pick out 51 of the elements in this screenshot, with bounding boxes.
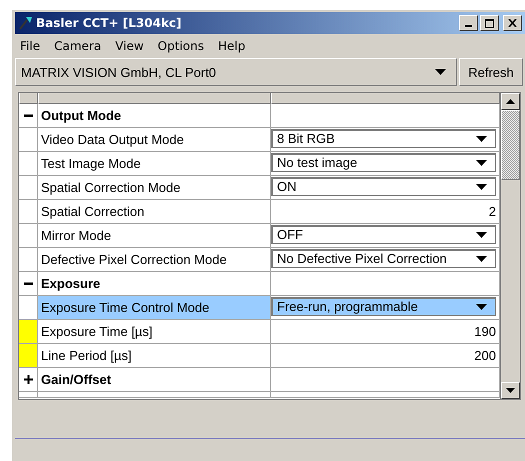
property-name[interactable]: Line Period [µs] xyxy=(38,344,271,368)
menu-item[interactable]: Options xyxy=(158,39,204,53)
refresh-button[interactable]: Refresh xyxy=(459,58,523,86)
group-label: Gain/Offset xyxy=(38,368,271,392)
menu-item[interactable]: View xyxy=(115,39,144,53)
menu-item[interactable]: Camera xyxy=(54,39,102,53)
menu-item[interactable]: File xyxy=(20,39,40,53)
property-name[interactable]: Test Image Mode xyxy=(38,152,271,176)
scrollbar[interactable] xyxy=(500,93,520,399)
down-arrow-icon xyxy=(506,388,515,393)
window-title: Basler CCT+ [L304kc] xyxy=(36,16,183,30)
property-name[interactable]: Video Data Output Mode xyxy=(38,128,271,152)
plus-icon xyxy=(24,375,32,384)
maximize-button[interactable] xyxy=(480,15,499,31)
value-dropdown[interactable]: 8 Bit RGB xyxy=(271,128,496,148)
dropdown-arrow-icon xyxy=(476,256,487,262)
value-field[interactable]: 200 xyxy=(271,348,496,362)
scroll-thumb[interactable] xyxy=(501,110,520,180)
dropdown-arrow-icon xyxy=(476,136,487,142)
dropdown-arrow-icon xyxy=(476,160,487,166)
value-dropdown[interactable]: OFF xyxy=(271,224,496,244)
expand-toggle[interactable] xyxy=(19,272,38,296)
value-field[interactable]: 190 xyxy=(271,324,496,338)
scroll-up-button[interactable] xyxy=(501,93,520,110)
property-name[interactable]: Defective Pixel Correction Mode xyxy=(38,248,271,272)
property-name[interactable]: Mirror Mode xyxy=(38,224,271,248)
close-icon xyxy=(508,19,517,27)
value-dropdown[interactable]: No Defective Pixel Correction xyxy=(271,248,496,268)
maximize-icon xyxy=(485,18,494,28)
minimize-button[interactable] xyxy=(459,15,478,31)
property-name[interactable]: Spatial Correction Mode xyxy=(38,176,271,200)
port-dropdown[interactable]: MATRIX VISION GmbH, CL Port0 xyxy=(15,58,457,86)
close-button[interactable] xyxy=(503,15,522,31)
group-label: Output Mode xyxy=(38,104,271,128)
property-name[interactable]: Exposure Time [µs] xyxy=(38,320,271,344)
expand-toggle[interactable] xyxy=(19,104,38,128)
scroll-down-button[interactable] xyxy=(501,382,520,399)
value-dropdown[interactable]: No test image xyxy=(271,152,496,172)
dropdown-arrow-icon xyxy=(476,232,487,238)
menu-item[interactable]: Help xyxy=(218,39,246,53)
property-name[interactable]: Spatial Correction xyxy=(38,200,271,224)
expand-toggle[interactable] xyxy=(19,368,38,392)
dropdown-arrow-icon xyxy=(476,184,487,190)
value-dropdown[interactable]: Free-run, programmable xyxy=(271,296,496,316)
value-dropdown[interactable]: ON xyxy=(271,176,496,196)
tool-icon xyxy=(18,15,34,31)
value-field[interactable]: 2 xyxy=(271,204,496,218)
dropdown-arrow-icon xyxy=(435,69,446,75)
property-name[interactable]: Exposure Time Control Mode xyxy=(38,296,271,320)
up-arrow-icon xyxy=(506,99,515,104)
dropdown-arrow-icon xyxy=(476,304,487,310)
